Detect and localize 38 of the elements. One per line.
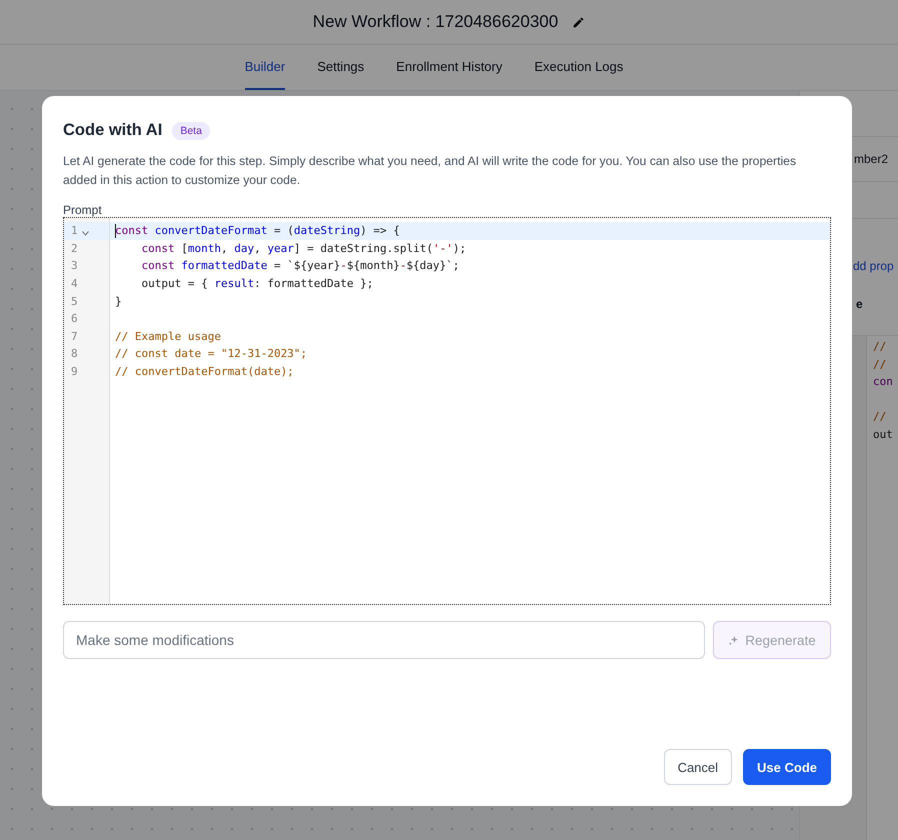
fold-chevron-icon[interactable] bbox=[82, 230, 89, 236]
field-value: mber2 bbox=[854, 152, 888, 166]
line-number: 5 bbox=[70, 294, 79, 310]
line-number: 4 bbox=[70, 276, 79, 292]
workflow-title: New Workflow : 1720486620300 bbox=[312, 12, 558, 32]
add-link[interactable]: dd prop bbox=[853, 259, 894, 273]
code-line: out bbox=[873, 426, 893, 443]
line-number: 6 bbox=[70, 311, 79, 328]
code-line: const [month, day, year] = dateString.split('-'); bbox=[140, 240, 468, 257]
line-number: 3 bbox=[70, 258, 79, 274]
modification-input[interactable]: Make some modifications bbox=[63, 621, 705, 659]
sparkle-icon bbox=[728, 634, 740, 646]
code-line: } bbox=[114, 294, 123, 310]
code-line: // convertDateFormat(date); bbox=[114, 364, 295, 380]
line-number: 8 bbox=[70, 346, 79, 362]
code-line: output = { result: formattedDate }; bbox=[140, 276, 374, 292]
code-line: con bbox=[873, 374, 893, 390]
code-line: // bbox=[873, 409, 888, 426]
tab[interactable]: Execution Logs bbox=[534, 45, 624, 90]
tab[interactable]: Enrollment History bbox=[396, 45, 502, 90]
dialog-title: Code with AI bbox=[63, 121, 162, 140]
line-number: 2 bbox=[70, 240, 79, 257]
line-number: 9 bbox=[70, 364, 79, 380]
line-number: 1 bbox=[64, 222, 109, 240]
dialog-description: Let AI generate the code for this step. Simply describe what you need, and AI will write the code for you. You can also use the properties added in this action to customize your code. bbox=[63, 153, 798, 189]
line-number: 7 bbox=[70, 328, 79, 345]
pencil-icon[interactable] bbox=[572, 16, 586, 28]
code-line: const formattedDate = `${year}-${month}-${day}`; bbox=[140, 258, 460, 274]
code-line: // bbox=[873, 339, 888, 355]
use-code-button[interactable]: Use Code bbox=[743, 749, 831, 785]
prompt-label: Prompt bbox=[63, 203, 103, 217]
code-line: // Example usage bbox=[114, 328, 222, 345]
beta-badge: Beta bbox=[172, 122, 210, 140]
code-line: // const date = "12-31-2023"; bbox=[114, 346, 308, 362]
code-line: // bbox=[873, 356, 888, 373]
tab[interactable]: Settings bbox=[317, 45, 364, 90]
cancel-button[interactable]: Cancel bbox=[664, 749, 732, 785]
section-heading: e bbox=[856, 297, 863, 311]
